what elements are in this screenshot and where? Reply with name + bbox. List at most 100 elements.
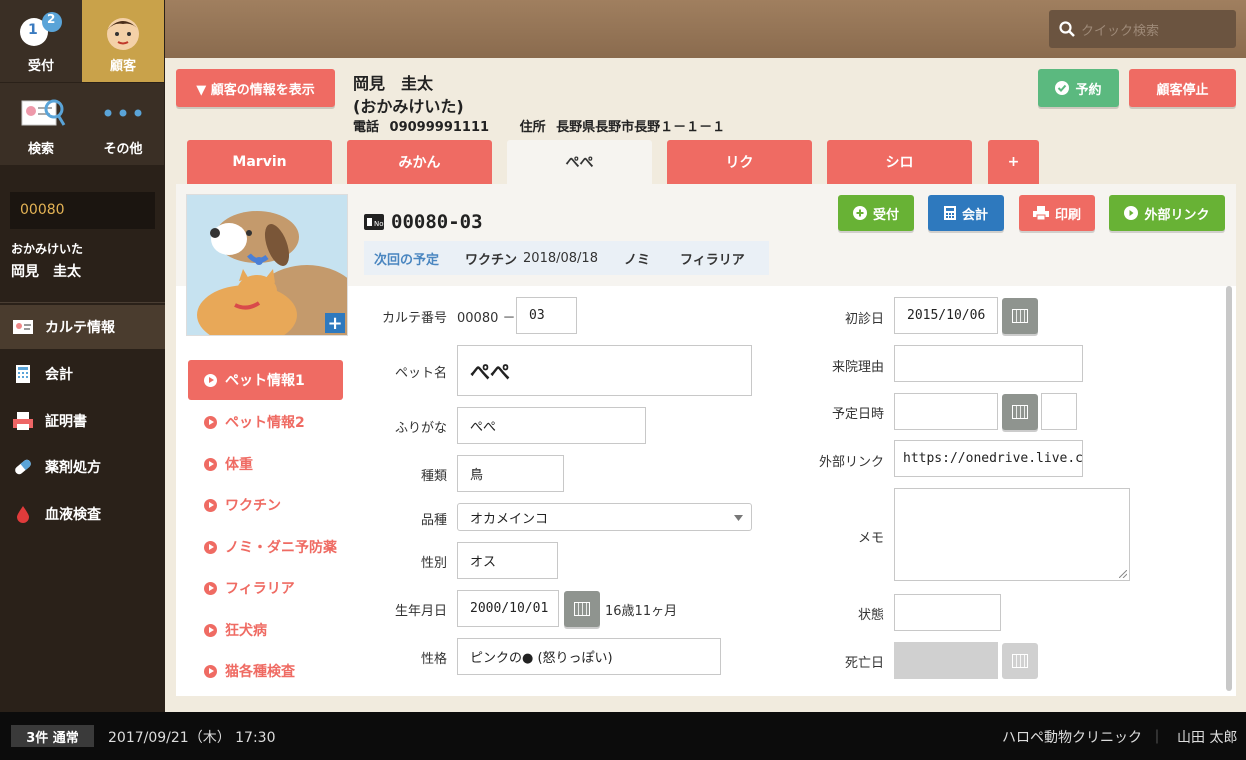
- birth-input[interactable]: 2000/10/01: [457, 590, 559, 627]
- ext-link-label: 外部リンク: [818, 455, 884, 470]
- tab-marvin[interactable]: Marvin: [187, 140, 332, 184]
- search-card-icon: [21, 99, 66, 126]
- breed-label: 品種: [420, 513, 447, 528]
- calendar-icon: [1012, 654, 1028, 668]
- menu-karte[interactable]: カルテ情報: [0, 305, 165, 349]
- pet-photo[interactable]: +: [186, 194, 348, 336]
- breed-value: オカメインコ: [470, 511, 549, 527]
- arrow-circle-icon: [204, 664, 217, 678]
- reason-input[interactable]: [894, 345, 1083, 382]
- first-visit-calendar-button[interactable]: [1002, 298, 1038, 334]
- nav-customer[interactable]: 顧客: [82, 0, 164, 82]
- arrow-circle-icon: [204, 498, 217, 512]
- arrow-circle-icon: [204, 623, 217, 637]
- nav-search[interactable]: 検索: [0, 83, 82, 165]
- petnav-flea-tick[interactable]: ノミ・ダニ予防薬: [188, 527, 343, 567]
- petnav-vaccine[interactable]: ワクチン: [188, 485, 343, 525]
- status-input[interactable]: [894, 594, 1001, 631]
- customer-header-kana: (おかみけいた): [353, 97, 464, 116]
- scheduled-date-input[interactable]: [894, 393, 998, 430]
- petnav-info2[interactable]: ペット情報2: [188, 402, 343, 442]
- calendar-icon: [1012, 405, 1028, 419]
- pet-reception-button[interactable]: 受付: [838, 195, 914, 231]
- customer-id: 00080: [10, 192, 155, 229]
- print-label: 印刷: [1054, 207, 1081, 223]
- sidebar: 1 2 受付 顧客 検索 その他 00080 おかみけいた 岡見 圭太 カルテ情…: [0, 0, 165, 712]
- chart-no-suffix-input[interactable]: 03: [516, 297, 577, 334]
- menu-accounting-label: 会計: [45, 367, 73, 383]
- check-circle-icon: [1055, 81, 1070, 95]
- tab-pepe[interactable]: ぺぺ: [507, 140, 652, 184]
- menu-blood-test[interactable]: 血液検査: [0, 492, 165, 536]
- furigana-input[interactable]: ぺぺ: [457, 407, 646, 444]
- nav-other-label: その他: [103, 142, 143, 157]
- ext-link-input[interactable]: https://onedrive.live.com/: [894, 440, 1083, 477]
- menu-prescription-label: 薬剤処方: [45, 460, 101, 476]
- petnav-weight[interactable]: 体重: [188, 444, 343, 484]
- scheduled-calendar-button[interactable]: [1002, 394, 1038, 430]
- status-badge[interactable]: 3件 通常: [11, 725, 94, 747]
- calendar-icon: [1012, 309, 1028, 323]
- tab-riku[interactable]: リク: [667, 140, 812, 184]
- age-text: 16歳11ヶ月: [605, 604, 678, 619]
- tab-shiro[interactable]: シロ: [827, 140, 972, 184]
- arrow-circle-icon: [204, 457, 217, 471]
- print-button[interactable]: 印刷: [1019, 195, 1095, 231]
- petnav-filaria[interactable]: フィラリア: [188, 568, 343, 608]
- calculator-icon: [16, 365, 30, 383]
- tab-mikan[interactable]: みかん: [347, 140, 492, 184]
- user-name[interactable]: 山田 太郎: [1177, 727, 1237, 747]
- petnav-vaccine-label: ワクチン: [225, 498, 281, 514]
- printer-icon: [1032, 206, 1049, 220]
- reception-badge-1: 1: [28, 22, 38, 38]
- quick-search-input[interactable]: クイック検索: [1049, 10, 1236, 48]
- status-bar: 3件 通常 2017/09/21（木） 17:30 ハロペ動物クリニック ｜ 山…: [0, 712, 1246, 760]
- chevron-down-icon: [734, 515, 743, 521]
- petnav-rabies[interactable]: 狂犬病: [188, 610, 343, 650]
- petnav-info2-label: ペット情報2: [225, 415, 305, 431]
- character-input[interactable]: ピンクの● (怒りっぽい): [457, 638, 721, 675]
- external-link-button[interactable]: 外部リンク: [1109, 195, 1225, 231]
- breed-select[interactable]: オカメインコ: [457, 503, 752, 531]
- customer-name: 岡見 圭太: [11, 264, 81, 280]
- nav-search-label: 検索: [27, 142, 54, 157]
- arrow-circle-icon: [204, 540, 217, 554]
- first-visit-input[interactable]: 2015/10/06: [894, 297, 998, 334]
- show-customer-info-button[interactable]: ▼ 顧客の情報を表示: [176, 69, 335, 107]
- customer-kana: おかみけいた: [11, 242, 84, 256]
- menu-certificate[interactable]: 証明書: [0, 399, 165, 443]
- character-label: 性格: [420, 652, 447, 667]
- schedule-label: 次回の予定: [374, 252, 440, 268]
- blood-drop-icon: [17, 506, 29, 523]
- memo-textarea[interactable]: [894, 488, 1130, 581]
- calculator-icon: [943, 206, 956, 220]
- reserve-button-label: 予約: [1075, 82, 1102, 98]
- resize-handle-icon[interactable]: [1119, 570, 1127, 578]
- pet-name-label: ペット名: [394, 366, 447, 381]
- birth-calendar-button[interactable]: [564, 591, 600, 627]
- customer-stop-button[interactable]: 顧客停止: [1129, 69, 1236, 107]
- scheduled-label: 予定日時: [831, 407, 884, 422]
- scheduled-time-input[interactable]: [1041, 393, 1077, 430]
- add-pet-tab[interactable]: +: [988, 140, 1039, 184]
- nav-customer-label: 顧客: [109, 59, 136, 74]
- death-date-calendar-button: [1002, 643, 1038, 679]
- scrollbar[interactable]: [1226, 286, 1232, 691]
- external-link-label: 外部リンク: [1144, 207, 1210, 223]
- pet-reception-label: 受付: [872, 207, 899, 223]
- petnav-filaria-label: フィラリア: [225, 581, 295, 597]
- phone-label: 電話: [353, 120, 380, 135]
- nav-reception[interactable]: 1 2 受付: [0, 0, 82, 82]
- petnav-cat-tests[interactable]: 猫各種検査: [188, 651, 343, 691]
- death-date-label: 死亡日: [844, 656, 884, 671]
- reserve-button[interactable]: 予約: [1038, 69, 1119, 107]
- nav-other[interactable]: その他: [82, 83, 164, 165]
- menu-prescription[interactable]: 薬剤処方: [0, 445, 165, 489]
- pet-name-input[interactable]: ぺぺ: [457, 345, 752, 396]
- sex-input[interactable]: オス: [457, 542, 558, 579]
- calendar-icon: [574, 602, 590, 616]
- species-input[interactable]: 鳥: [457, 455, 564, 492]
- pet-accounting-button[interactable]: 会計: [928, 195, 1004, 231]
- menu-accounting[interactable]: 会計: [0, 352, 165, 396]
- petnav-info1[interactable]: ペット情報1: [188, 360, 343, 400]
